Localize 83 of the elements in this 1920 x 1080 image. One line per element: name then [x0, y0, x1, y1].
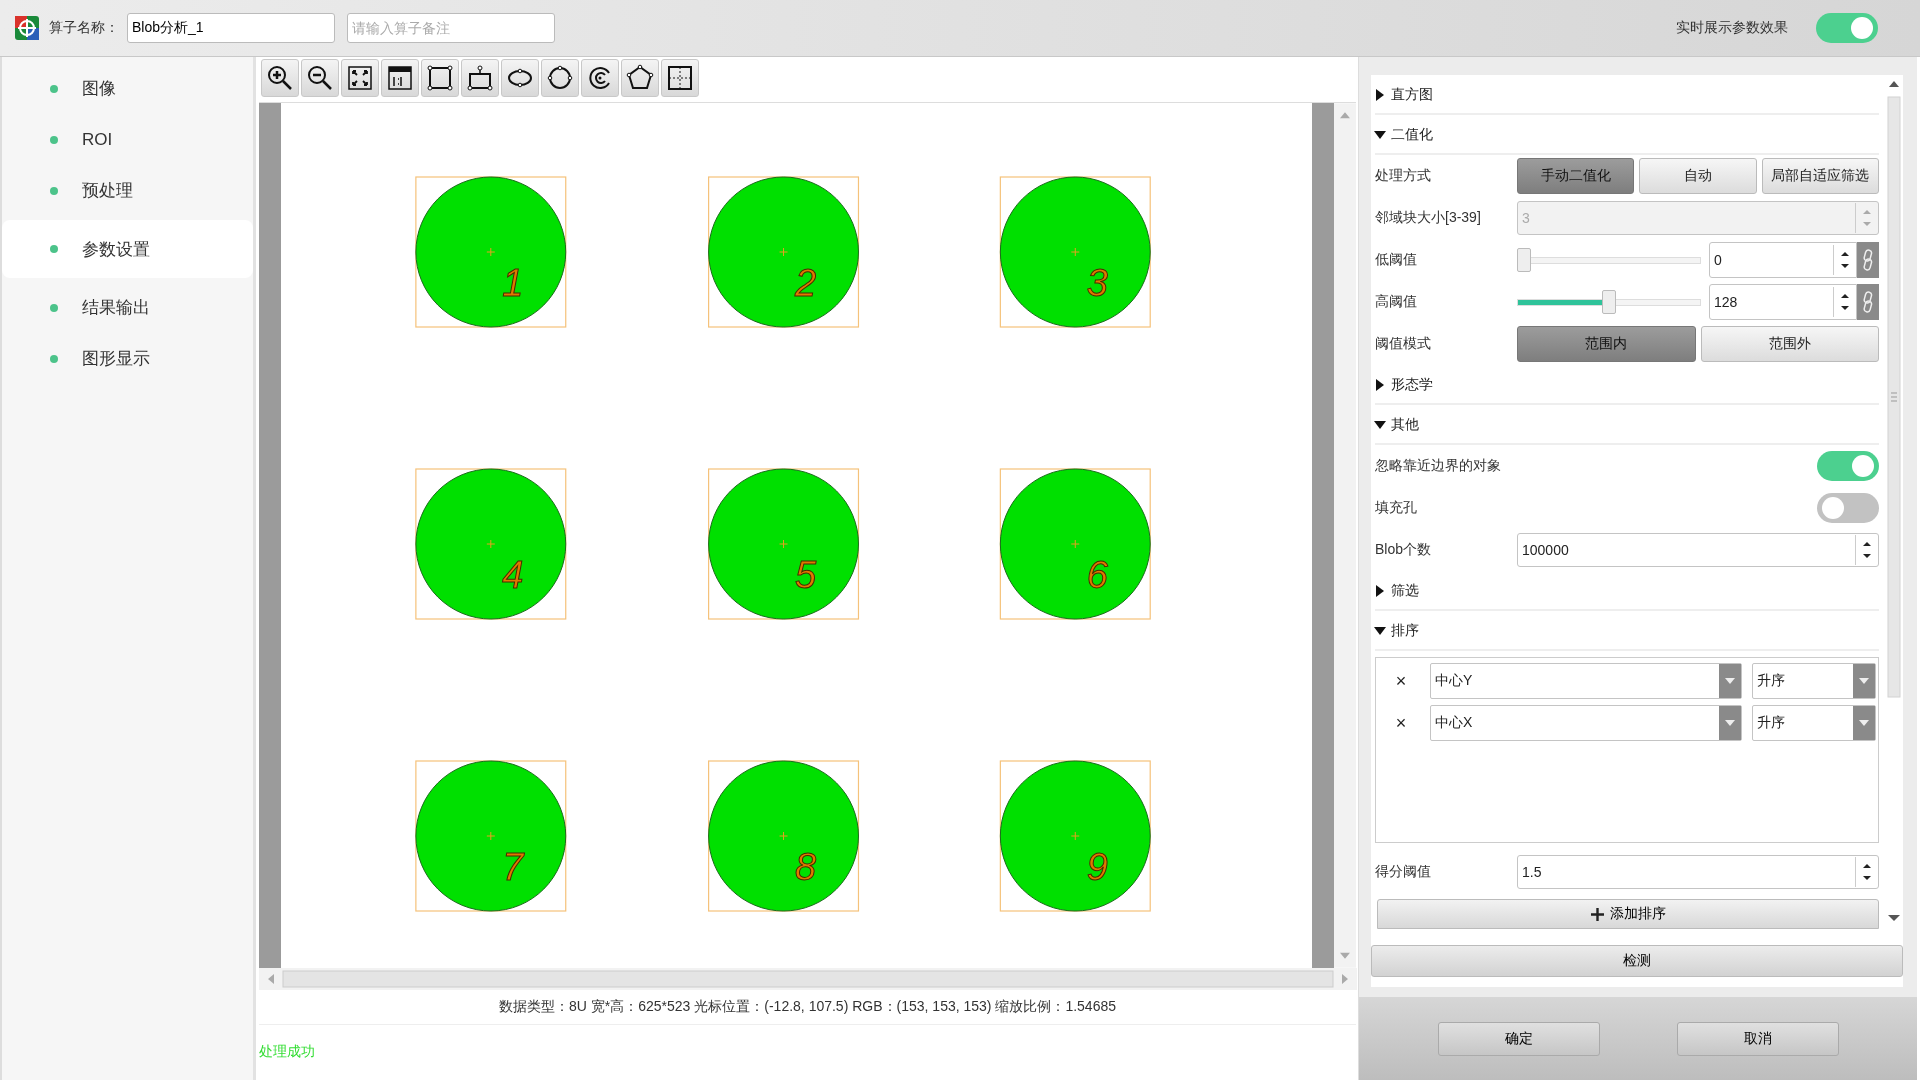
option-button[interactable]: 范围内 — [1517, 326, 1696, 362]
sort-order-dropdown[interactable]: 升序 — [1752, 705, 1876, 741]
rectangle-icon[interactable] — [421, 59, 459, 97]
field-label: 高阈值 — [1375, 293, 1418, 311]
threshold-slider[interactable] — [1517, 290, 1701, 314]
plus-icon — [1590, 907, 1604, 921]
number-field[interactable]: 1.5 — [1517, 855, 1879, 889]
toggle-switch[interactable] — [1817, 451, 1879, 481]
field-label: 忽略靠近边界的对象 — [1375, 457, 1501, 475]
status-message: 处理成功 — [259, 1042, 316, 1061]
dialog-button[interactable]: 确定 — [1437, 1021, 1600, 1056]
field-label: 阈值模式 — [1375, 335, 1432, 353]
section-header[interactable]: 排序 — [1375, 613, 1879, 651]
sort-field-dropdown[interactable]: 中心X — [1430, 705, 1742, 741]
sidebar-item[interactable]: 预处理 — [2, 165, 253, 216]
threshold-slider[interactable] — [1517, 248, 1701, 272]
blob-number: 4 — [502, 554, 524, 596]
operator-remark-field[interactable]: 请输入算子备注 — [347, 13, 555, 43]
horizontal-scrollbar[interactable] — [259, 968, 1357, 990]
blob-number: 5 — [794, 554, 817, 596]
section-header[interactable]: 形态学 — [1375, 367, 1879, 405]
caret-icon — [1859, 720, 1869, 726]
dialog-button[interactable]: 取消 — [1676, 1021, 1839, 1056]
operator-name-label: 算子名称： — [49, 19, 119, 37]
sort-field-dropdown[interactable]: 中心Y — [1430, 663, 1742, 699]
live-preview-toggle[interactable] — [1816, 13, 1878, 43]
sidebar-item[interactable]: ROI — [2, 114, 253, 165]
caret-icon — [1374, 420, 1386, 430]
caret-icon — [1375, 89, 1385, 101]
option-button[interactable]: 局部自适应筛选 — [1761, 158, 1879, 194]
blob-number: 6 — [1086, 554, 1108, 596]
blob-number: 9 — [1086, 846, 1108, 888]
caret-icon — [1374, 130, 1386, 140]
sort-order-dropdown[interactable]: 升序 — [1752, 663, 1876, 699]
rotated-rectangle-icon[interactable] — [461, 59, 499, 97]
caret-icon — [1725, 720, 1735, 726]
caret-icon — [1725, 678, 1735, 684]
image-info-text: 数据类型：8U 宽*高：625*523 光标位置：(-12.8, 107.5) RGB：(153, 153, 153) 缩放比例：1.54685 — [259, 990, 1356, 1025]
section-header[interactable]: 其他 — [1375, 407, 1879, 445]
operator-name-field[interactable]: Blob分析_1 — [127, 13, 335, 43]
live-preview-label: 实时展示参数效果 — [1676, 19, 1788, 37]
polygon-icon[interactable] — [621, 59, 659, 97]
grid-icon[interactable] — [661, 59, 699, 97]
sidebar-item[interactable]: 图像 — [2, 63, 253, 114]
vertical-scrollbar[interactable] — [1334, 103, 1356, 968]
fit-screen-icon[interactable] — [341, 59, 379, 97]
detect-button[interactable]: 检测 — [1371, 945, 1903, 977]
blob-number: 1 — [502, 262, 524, 304]
app-logo-icon — [15, 16, 39, 40]
caret-icon — [1859, 678, 1869, 684]
field-label: 得分阈值 — [1375, 863, 1432, 881]
caret-icon — [1374, 626, 1386, 636]
section-header[interactable]: 筛选 — [1375, 573, 1879, 611]
blob-number: 8 — [794, 846, 817, 888]
field-label: 邻域块大小[3-39] — [1375, 209, 1482, 227]
field-label: 处理方式 — [1375, 167, 1432, 185]
remove-sort-button[interactable]: × — [1376, 670, 1426, 692]
field-label: 低阈值 — [1375, 251, 1418, 269]
option-button[interactable]: 自动 — [1639, 158, 1757, 194]
section-header[interactable]: 直方图 — [1375, 77, 1879, 115]
sidebar-item[interactable]: 图形显示 — [2, 333, 253, 384]
actual-size-icon[interactable] — [381, 59, 419, 97]
option-button[interactable]: 范围外 — [1700, 326, 1879, 362]
option-button[interactable]: 手动二值化 — [1517, 158, 1635, 194]
ring-icon[interactable] — [581, 59, 619, 97]
add-sort-button[interactable]: 添加排序 — [1377, 899, 1879, 929]
caret-icon — [1375, 585, 1385, 597]
field-label: 填充孔 — [1375, 499, 1417, 517]
sidebar-item[interactable]: 参数设置 — [2, 220, 253, 278]
sidebar-item[interactable]: 结果输出 — [2, 282, 253, 333]
blob-number: 7 — [502, 846, 524, 888]
toggle-switch[interactable] — [1817, 493, 1879, 523]
section-header[interactable]: 二值化 — [1375, 117, 1879, 155]
blob-number: 3 — [1086, 262, 1108, 304]
number-field[interactable]: 128 — [1709, 284, 1857, 320]
caret-icon — [1375, 379, 1385, 391]
zoom-in-icon[interactable] — [261, 59, 299, 97]
field-label: Blob个数 — [1375, 541, 1433, 559]
blob-number: 2 — [794, 262, 817, 304]
number-field[interactable]: 100000 — [1517, 533, 1879, 567]
zoom-out-icon[interactable] — [301, 59, 339, 97]
remove-sort-button[interactable]: × — [1376, 712, 1426, 734]
number-field[interactable]: 0 — [1709, 242, 1857, 278]
